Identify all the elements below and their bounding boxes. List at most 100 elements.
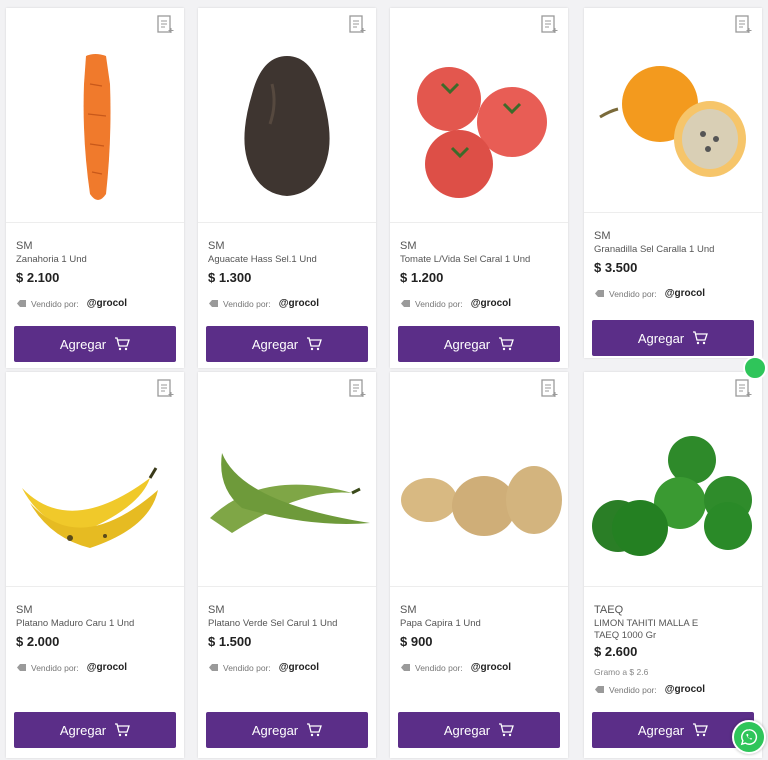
product-card[interactable]: SM Papa Capira 1 Und $ 900 Vendido por: … bbox=[390, 372, 568, 758]
product-price: $ 2.100 bbox=[16, 270, 60, 285]
seller-name[interactable]: @grocol bbox=[665, 288, 705, 299]
product-card[interactable]: SM Tomate L/Vida Sel Caral 1 Und $ 1.200… bbox=[390, 8, 568, 368]
product-name[interactable]: Tomate L/Vida Sel Caral 1 Und bbox=[400, 254, 560, 266]
divider bbox=[198, 586, 376, 587]
product-price: $ 2.600 bbox=[594, 644, 638, 659]
vendor-label: Vendido por: bbox=[223, 298, 271, 309]
product-image-granadilla[interactable] bbox=[586, 38, 760, 210]
product-card[interactable]: SM Platano Verde Sel Carul 1 Und $ 1.500… bbox=[198, 372, 376, 758]
add-to-cart-button[interactable]: Agregar bbox=[206, 712, 368, 748]
product-card[interactable]: SM Platano Maduro Caru 1 Und $ 2.000 Ven… bbox=[6, 372, 184, 758]
product-name[interactable]: LIMON TAHITI MALLA E TAEQ 1000 Gr bbox=[594, 618, 714, 642]
product-name[interactable]: Platano Maduro Caru 1 Und bbox=[16, 618, 176, 630]
product-card[interactable]: SM Aguacate Hass Sel.1 Und $ 1.300 Vendi… bbox=[198, 8, 376, 368]
vendor-label: Vendido por: bbox=[31, 298, 79, 309]
product-name[interactable]: Platano Verde Sel Carul 1 Und bbox=[208, 618, 368, 630]
divider bbox=[584, 586, 762, 587]
vendor-info: Vendido por: @grocol bbox=[400, 662, 511, 673]
divider bbox=[198, 222, 376, 223]
product-name[interactable]: Aguacate Hass Sel.1 Und bbox=[208, 254, 368, 266]
seller-name[interactable]: @grocol bbox=[279, 662, 319, 673]
shopping-list-icon[interactable] bbox=[348, 14, 366, 34]
product-image-ripe-plantain[interactable] bbox=[8, 402, 182, 584]
product-image-green-plantain[interactable] bbox=[200, 402, 374, 584]
vendor-info: Vendido por: @grocol bbox=[16, 662, 127, 673]
tag-icon bbox=[595, 290, 604, 297]
product-price: $ 900 bbox=[400, 634, 433, 649]
product-brand: SM bbox=[16, 240, 33, 252]
divider bbox=[390, 586, 568, 587]
whatsapp-icon[interactable] bbox=[743, 356, 767, 380]
add-button-label: Agregar bbox=[637, 722, 685, 738]
vendor-info: Vendido por: @grocol bbox=[208, 662, 319, 673]
product-name[interactable]: Granadilla Sel Caralla 1 Und bbox=[594, 244, 754, 256]
divider bbox=[6, 586, 184, 587]
product-brand: SM bbox=[594, 230, 611, 242]
product-image-lime[interactable] bbox=[586, 402, 760, 584]
product-name[interactable]: Zanahoria 1 Und bbox=[16, 254, 176, 266]
tag-icon bbox=[595, 686, 604, 693]
cart-icon bbox=[693, 723, 709, 737]
shopping-list-icon[interactable] bbox=[734, 378, 752, 398]
product-image-potato[interactable] bbox=[392, 402, 566, 584]
add-to-cart-button[interactable]: Agregar bbox=[592, 712, 754, 748]
add-to-cart-button[interactable]: Agregar bbox=[398, 712, 560, 748]
add-button-label: Agregar bbox=[59, 722, 107, 738]
product-name[interactable]: Papa Capira 1 Und bbox=[400, 618, 560, 630]
vendor-info: Vendido por: @grocol bbox=[594, 684, 705, 695]
product-brand: SM bbox=[16, 604, 33, 616]
cart-icon bbox=[307, 337, 323, 351]
product-card[interactable]: TAEQ LIMON TAHITI MALLA E TAEQ 1000 Gr $… bbox=[584, 372, 762, 758]
product-card[interactable]: SM Granadilla Sel Caralla 1 Und $ 3.500 … bbox=[584, 8, 762, 358]
product-brand: TAEQ bbox=[594, 604, 624, 616]
vendor-label: Vendido por: bbox=[223, 662, 271, 673]
add-to-cart-button[interactable]: Agregar bbox=[14, 712, 176, 748]
add-to-cart-button[interactable]: Agregar bbox=[206, 326, 368, 362]
add-to-cart-button[interactable]: Agregar bbox=[592, 320, 754, 356]
tag-icon bbox=[401, 664, 410, 671]
add-button-label: Agregar bbox=[251, 722, 299, 738]
shopping-list-icon[interactable] bbox=[540, 378, 558, 398]
shopping-list-icon[interactable] bbox=[156, 378, 174, 398]
shopping-list-icon[interactable] bbox=[348, 378, 366, 398]
seller-name[interactable]: @grocol bbox=[665, 684, 705, 695]
product-image-avocado[interactable] bbox=[200, 38, 374, 220]
tag-icon bbox=[17, 664, 26, 671]
vendor-label: Vendido por: bbox=[609, 288, 657, 299]
shopping-list-icon[interactable] bbox=[540, 14, 558, 34]
cart-icon bbox=[499, 723, 515, 737]
unit-price: Gramo a $ 2.6 bbox=[594, 667, 649, 677]
vendor-info: Vendido por: @grocol bbox=[16, 298, 127, 309]
cart-icon bbox=[115, 723, 131, 737]
cart-icon bbox=[115, 337, 131, 351]
product-brand: SM bbox=[400, 604, 417, 616]
product-price: $ 2.000 bbox=[16, 634, 60, 649]
whatsapp-chat-button[interactable] bbox=[732, 720, 766, 754]
seller-name[interactable]: @grocol bbox=[87, 662, 127, 673]
tag-icon bbox=[209, 664, 218, 671]
add-to-cart-button[interactable]: Agregar bbox=[14, 326, 176, 362]
add-button-label: Agregar bbox=[59, 336, 107, 352]
shopping-list-icon[interactable] bbox=[734, 14, 752, 34]
cart-icon bbox=[499, 337, 515, 351]
vendor-info: Vendido por: @grocol bbox=[400, 298, 511, 309]
seller-name[interactable]: @grocol bbox=[87, 298, 127, 309]
whatsapp-icon bbox=[740, 729, 758, 746]
product-brand: SM bbox=[400, 240, 417, 252]
divider bbox=[584, 212, 762, 213]
add-to-cart-button[interactable]: Agregar bbox=[398, 326, 560, 362]
product-card[interactable]: SM Zanahoria 1 Und $ 2.100 Vendido por: … bbox=[6, 8, 184, 368]
product-price: $ 3.500 bbox=[594, 260, 638, 275]
vendor-info: Vendido por: @grocol bbox=[594, 288, 705, 299]
product-price: $ 1.500 bbox=[208, 634, 252, 649]
add-button-label: Agregar bbox=[443, 336, 491, 352]
divider bbox=[6, 222, 184, 223]
product-image-carrot[interactable] bbox=[8, 38, 182, 220]
seller-name[interactable]: @grocol bbox=[279, 298, 319, 309]
seller-name[interactable]: @grocol bbox=[471, 298, 511, 309]
shopping-list-icon[interactable] bbox=[156, 14, 174, 34]
divider bbox=[390, 222, 568, 223]
seller-name[interactable]: @grocol bbox=[471, 662, 511, 673]
product-image-tomato[interactable] bbox=[392, 38, 566, 220]
tag-icon bbox=[401, 300, 410, 307]
